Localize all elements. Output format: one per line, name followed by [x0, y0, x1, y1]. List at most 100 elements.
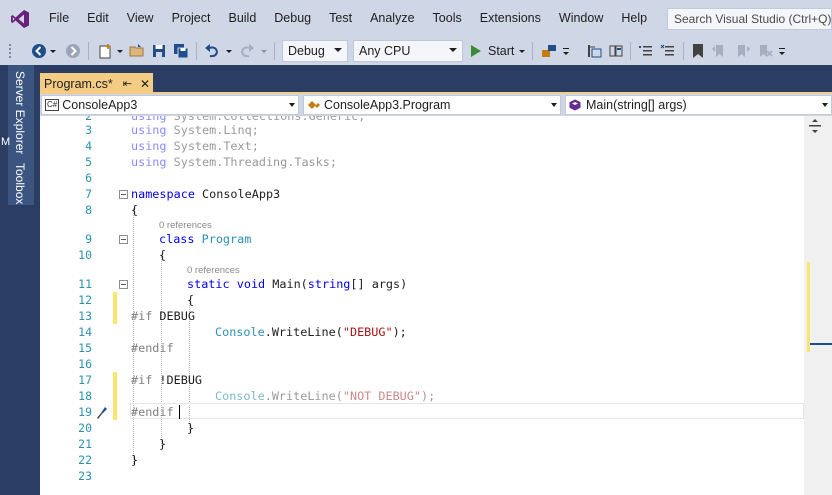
line-number: 10 [78, 248, 92, 262]
chevron-down-icon [334, 48, 342, 52]
line-number: 19 [78, 405, 92, 419]
member-select[interactable]: Main(string[] args) [565, 95, 832, 115]
collapse-region-icon[interactable] [119, 235, 128, 244]
navigate-forward-icon[interactable] [64, 41, 82, 61]
previous-bookmark-icon[interactable] [710, 41, 728, 61]
server-explorer-tab[interactable]: Server Explorer [13, 71, 27, 154]
menu-window[interactable]: Window [550, 0, 612, 37]
code-line: 18 Console.WriteLine("NOT DEBUG"); [58, 388, 804, 404]
menu-extensions[interactable]: Extensions [471, 0, 550, 37]
collapse-region-icon[interactable] [119, 190, 128, 199]
code-line: 6 [58, 170, 804, 186]
code-line: 10 { [58, 247, 804, 263]
code-line: 13 #if DEBUG [58, 308, 804, 324]
pin-tab-icon[interactable]: ⇤ [123, 77, 132, 90]
code-text: static void Main(string[] args) [187, 277, 408, 291]
code-line: 20 } [58, 420, 804, 436]
menu-analyze[interactable]: Analyze [361, 0, 423, 37]
toolbar-grip-icon[interactable] [6, 41, 16, 61]
new-item-dropdown-icon[interactable] [116, 41, 124, 61]
menu-edit[interactable]: Edit [78, 0, 118, 37]
menu-project[interactable]: Project [163, 0, 220, 37]
undo-dropdown-icon[interactable] [225, 41, 233, 61]
code-line: 8 { [58, 202, 804, 218]
save-all-icon[interactable] [172, 41, 190, 61]
start-dropdown-icon[interactable] [518, 41, 526, 61]
navigate-back-icon[interactable] [30, 41, 48, 61]
solution-configuration-value: Debug [288, 44, 325, 58]
code-text: { [131, 203, 139, 217]
line-number: 14 [78, 325, 92, 339]
class-icon [308, 101, 320, 109]
line-number: 12 [78, 293, 92, 307]
chevron-down-icon [551, 103, 557, 107]
toolbar-overflow-icon[interactable] [776, 41, 788, 61]
comment-out-lines-icon[interactable] [637, 41, 655, 61]
open-folder-icon[interactable] [128, 41, 146, 61]
line-number: 4 [85, 139, 92, 153]
code-line: 15 #endif [58, 340, 804, 356]
show-threads-icon[interactable] [607, 41, 625, 61]
start-debugging-button[interactable]: Start [470, 41, 522, 61]
back-dropdown-icon[interactable] [49, 41, 57, 61]
clear-bookmarks-icon[interactable] [756, 41, 774, 61]
code-text: #if DEBUG [131, 309, 195, 323]
save-icon[interactable] [150, 41, 168, 61]
menu-help[interactable]: Help [612, 0, 656, 37]
code-line: 21 } [58, 436, 804, 452]
browser-link-icon[interactable] [540, 41, 558, 61]
toolbar-separator [196, 42, 197, 60]
navigation-bar: C# ConsoleApp3 ConsoleApp3.Program Main(… [40, 94, 832, 116]
menu-file[interactable]: File [40, 0, 78, 37]
tab-program-cs[interactable]: Program.cs* ⇤ ✕ [40, 73, 153, 94]
step-into-icon[interactable] [585, 41, 603, 61]
line-number: 17 [78, 373, 92, 387]
menu-build[interactable]: Build [219, 0, 265, 37]
code-text: namespace ConsoleApp3 [131, 187, 281, 201]
code-line: 7 namespace ConsoleApp3 [58, 186, 804, 202]
code-line: 17 #if !DEBUG [58, 372, 804, 388]
chevron-down-icon [449, 48, 457, 52]
search-input[interactable]: Search Visual Studio (Ctrl+Q) [667, 8, 832, 30]
editor-margin [40, 116, 58, 495]
line-number: 8 [85, 203, 92, 217]
code-editor[interactable]: 0 references 0 references 2 using System… [58, 116, 804, 495]
uncomment-lines-icon[interactable] [659, 41, 677, 61]
toggle-bookmark-icon[interactable] [690, 41, 706, 61]
member-select-value: Main(string[] args) [586, 98, 687, 112]
code-line: 22 } [58, 452, 804, 468]
next-bookmark-icon[interactable] [734, 41, 752, 61]
vertical-scrollbar[interactable] [804, 116, 832, 495]
toolbar-separator [683, 42, 684, 60]
chevron-down-icon [289, 103, 295, 107]
change-overview-marker [807, 262, 810, 352]
quick-actions-brush-icon[interactable] [94, 405, 108, 419]
solution-configuration-select[interactable]: Debug [282, 40, 348, 62]
undo-icon[interactable] [203, 41, 221, 61]
type-select[interactable]: ConsoleApp3.Program [303, 95, 561, 115]
toolbox-tab[interactable]: Toolbox [13, 163, 27, 204]
menu-debug[interactable]: Debug [265, 0, 320, 37]
toolbar-separator [274, 42, 275, 60]
code-text: #endif [131, 341, 174, 355]
play-icon [471, 45, 481, 57]
document-tab-row: Program.cs* ⇤ ✕ [40, 65, 832, 94]
redo-icon[interactable] [238, 41, 256, 61]
new-project-icon[interactable] [96, 41, 114, 61]
menu-view[interactable]: View [118, 0, 163, 37]
code-line: 16 [58, 356, 804, 372]
line-number: 5 [85, 155, 92, 169]
redo-dropdown-icon[interactable] [260, 41, 268, 61]
solution-platform-select[interactable]: Any CPU [353, 40, 463, 62]
collapse-region-icon[interactable] [119, 280, 128, 289]
toolbar-options-icon[interactable] [560, 41, 572, 61]
tool-window-tabs: Server Explorer Toolbox [8, 65, 34, 205]
line-number: 13 [78, 309, 92, 323]
close-tab-icon[interactable]: ✕ [140, 77, 150, 91]
project-select[interactable]: C# ConsoleApp3 [41, 95, 299, 115]
menu-test[interactable]: Test [320, 0, 361, 37]
line-number: 16 [78, 357, 92, 371]
split-window-icon[interactable] [809, 119, 821, 133]
menu-tools[interactable]: Tools [424, 0, 471, 37]
visual-studio-logo-icon[interactable] [0, 0, 40, 37]
